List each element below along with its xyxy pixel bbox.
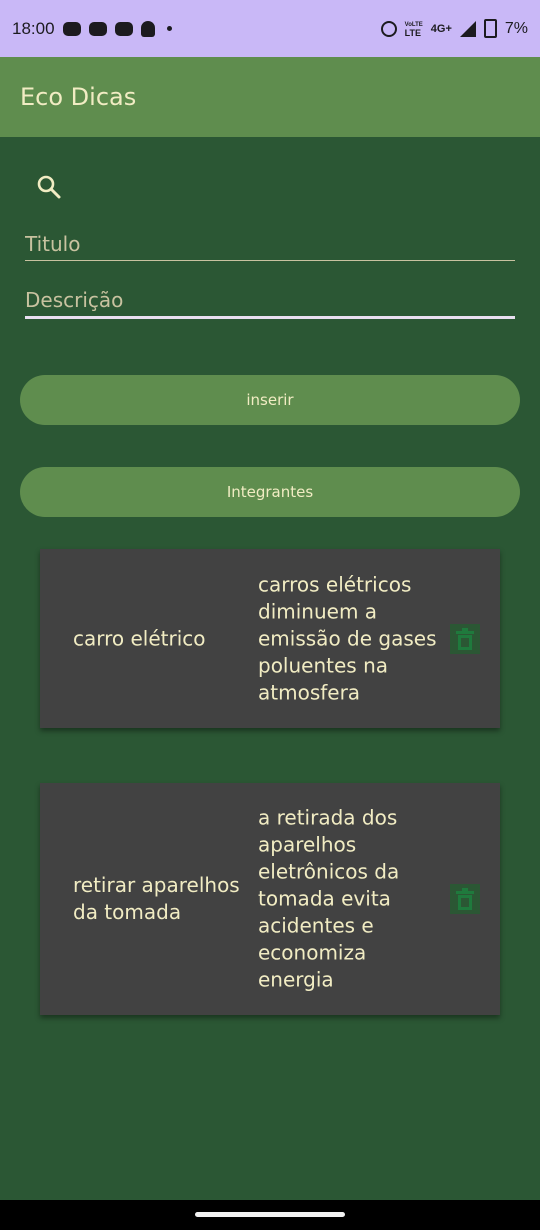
description-field [25,288,515,319]
app-bar: Eco Dicas [0,57,540,137]
battery-icon [483,19,497,38]
title-underline [25,260,515,261]
tip-card: retirar aparelhos da tomada a retirada d… [40,783,500,1015]
tip-description: carros elétricos diminuem a emissão de g… [258,572,437,704]
discord-icon [62,21,81,36]
status-bar-left: 18:00 [12,19,172,39]
search-icon-graphic [37,175,61,199]
discord-icon [114,21,133,36]
discord-icon [88,21,107,36]
trash-icon [456,888,474,910]
alarm-icon [380,20,397,37]
system-nav-bar [0,1200,540,1230]
home-indicator[interactable] [195,1212,345,1217]
app-title: Eco Dicas [20,83,137,111]
tip-title: retirar aparelhos da tomada [73,873,240,924]
status-time: 18:00 [12,18,55,38]
tip-description: a retirada dos aparelhos eletrônicos da … [258,805,400,992]
search-icon[interactable] [36,174,62,200]
tip-title: carro elétrico [73,626,206,650]
status-bar: 18:00 VoLTE LTE 4G+ 7% [0,0,540,57]
title-input[interactable] [25,232,515,260]
lte-label: LTE [404,27,421,38]
tip-card: carro elétrico carros elétricos diminuem… [40,549,500,728]
status-bar-right: VoLTE LTE 4G+ 7% [380,19,528,38]
dot-icon [166,26,172,31]
insert-button[interactable]: inserir [20,375,520,425]
members-button[interactable]: Integrantes [20,467,520,517]
volte-icon: VoLTE LTE [404,21,423,38]
battery-level: 7% [504,19,528,37]
network-type: 4G+ [430,22,452,35]
trash-icon [456,627,474,650]
title-field [25,232,515,261]
description-input[interactable] [25,288,515,316]
delete-button[interactable] [450,884,480,914]
snapchat-icon [140,20,155,37]
description-underline [25,316,515,319]
signal-icon [459,20,476,37]
delete-button[interactable] [450,623,480,654]
